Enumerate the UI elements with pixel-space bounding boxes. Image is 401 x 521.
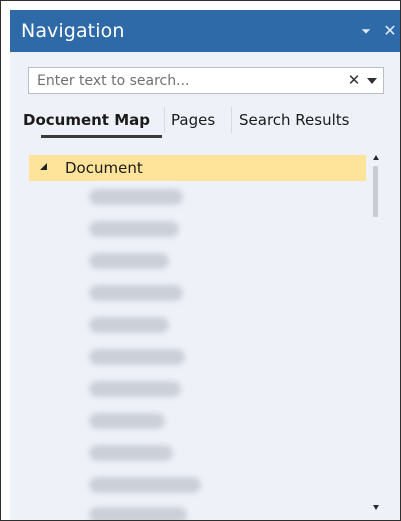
clear-search-icon[interactable]: ✕ (347, 68, 361, 93)
panel-titlebar[interactable]: Navigation ⏷ ✕ (10, 10, 400, 52)
active-tab-indicator (41, 135, 162, 138)
tree-item-redacted[interactable] (89, 253, 169, 269)
tab-document-map[interactable]: Document Map (23, 105, 150, 135)
tab-separator (231, 107, 232, 133)
navigation-panel: Navigation ⏷ ✕ ✕ Document Map Pages Sear… (0, 0, 401, 521)
tree-item-redacted[interactable] (89, 445, 173, 461)
search-options-dropdown-icon[interactable] (367, 78, 377, 84)
search-box: ✕ (28, 67, 384, 94)
tree-item-redacted[interactable] (89, 285, 183, 301)
tree-item-redacted[interactable] (89, 507, 187, 520)
tree-item-redacted[interactable] (89, 381, 181, 397)
tree-item-redacted[interactable] (89, 413, 165, 429)
document-map-tree: Document (29, 155, 381, 520)
panel-body: ✕ Document Map Pages Search Results Docu… (10, 52, 400, 520)
tree-item-redacted[interactable] (89, 221, 179, 237)
tab-search-results[interactable]: Search Results (239, 105, 349, 135)
expand-collapse-icon[interactable] (40, 163, 47, 170)
tree-item-redacted[interactable] (89, 349, 185, 365)
tree-scrollbar[interactable] (370, 155, 382, 520)
tree-item-redacted[interactable] (89, 477, 201, 493)
close-icon[interactable]: ✕ (381, 10, 399, 52)
tree-node-document[interactable]: Document (29, 155, 366, 181)
scroll-down-icon[interactable] (373, 505, 379, 510)
scroll-thumb[interactable] (373, 166, 378, 217)
search-input[interactable] (29, 68, 337, 93)
tree-item-redacted[interactable] (89, 189, 183, 205)
panel-title: Navigation (21, 20, 125, 42)
tab-pages[interactable]: Pages (171, 105, 215, 135)
scroll-up-icon[interactable] (373, 155, 379, 160)
tab-strip: Document Map Pages Search Results (23, 105, 393, 143)
tree-item-redacted[interactable] (89, 317, 169, 333)
pin-icon[interactable]: ⏷ (358, 10, 374, 52)
tree-node-label: Document (65, 159, 143, 177)
tab-separator (164, 107, 165, 133)
